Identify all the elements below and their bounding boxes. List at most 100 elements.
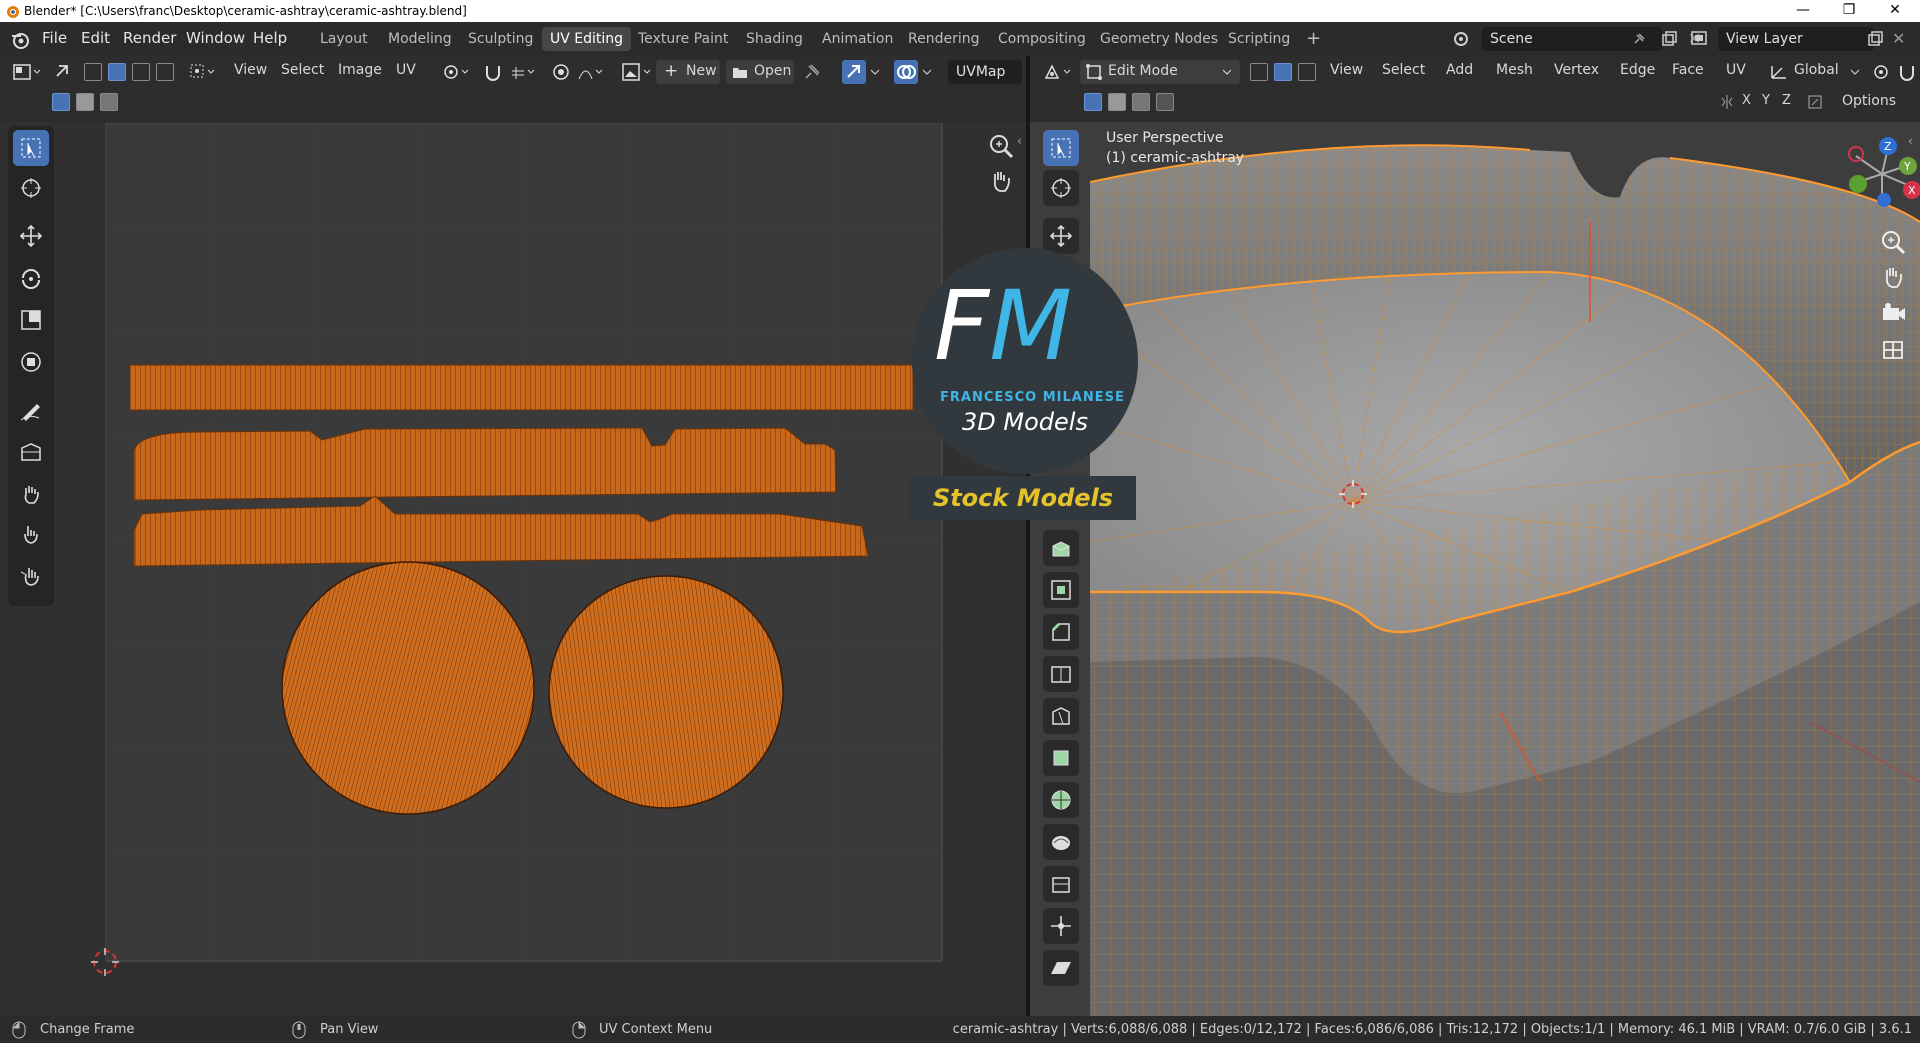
uv-island-disc-1[interactable] bbox=[281, 561, 535, 815]
vp-snap-icon[interactable] bbox=[1896, 61, 1918, 83]
tool-rip-region[interactable] bbox=[13, 434, 49, 470]
vp-menu-add[interactable]: Add bbox=[1446, 62, 1473, 78]
tool-move[interactable] bbox=[13, 218, 49, 254]
menu-file[interactable]: File bbox=[42, 29, 67, 47]
tab-geometry-nodes[interactable]: Geometry Nodes bbox=[1092, 27, 1226, 51]
vp-tool-cursor[interactable] bbox=[1043, 170, 1079, 206]
new-scene-icon[interactable] bbox=[1660, 30, 1678, 48]
new-view-layer-icon[interactable] bbox=[1866, 30, 1884, 48]
tool-grab[interactable] bbox=[13, 476, 49, 512]
vp-select-invert-icon[interactable] bbox=[1156, 93, 1174, 111]
uv-menu-uv[interactable]: UV bbox=[396, 62, 416, 78]
vp-menu-edge[interactable]: Edge bbox=[1620, 62, 1655, 78]
face-mode-icon[interactable] bbox=[1298, 63, 1316, 81]
uv-menu-image[interactable]: Image bbox=[338, 62, 382, 78]
vp-zoom-icon[interactable] bbox=[1878, 228, 1908, 258]
tab-modeling[interactable]: Modeling bbox=[380, 27, 460, 51]
uvmap-selector[interactable]: UVMap bbox=[948, 60, 1022, 84]
vp-pan-icon[interactable] bbox=[1878, 262, 1908, 292]
overlays-toggle-icon[interactable] bbox=[894, 60, 918, 84]
vp-pivot-icon[interactable] bbox=[1872, 61, 1896, 83]
orientation-chevron-icon[interactable] bbox=[1848, 62, 1862, 82]
snap-target-icon[interactable] bbox=[508, 61, 538, 83]
tab-rendering[interactable]: Rendering bbox=[900, 27, 988, 51]
mode-selector[interactable]: Edit Mode bbox=[1080, 60, 1240, 84]
menu-render[interactable]: Render bbox=[123, 29, 176, 47]
uv-menu-view[interactable]: View bbox=[234, 62, 267, 78]
proportional-editing-icon[interactable] bbox=[550, 61, 572, 83]
tab-sculpting[interactable]: Sculpting bbox=[460, 27, 541, 51]
island-select-mode-icon[interactable] bbox=[156, 63, 174, 81]
tab-texture-paint[interactable]: Texture Paint bbox=[630, 27, 736, 51]
new-image-button[interactable]: + New bbox=[656, 60, 720, 84]
tab-animation[interactable]: Animation bbox=[814, 27, 901, 51]
vp-select-extend-icon[interactable] bbox=[1108, 93, 1126, 111]
vp-tool-knife[interactable] bbox=[1043, 698, 1079, 734]
snap-icon[interactable] bbox=[482, 61, 504, 83]
falloff-icon[interactable] bbox=[576, 61, 606, 83]
pin-icon[interactable] bbox=[1632, 32, 1646, 46]
menu-window[interactable]: Window bbox=[186, 29, 245, 47]
uv-island-strip-2[interactable] bbox=[133, 427, 837, 501]
pan-hand-icon[interactable] bbox=[986, 166, 1016, 196]
vp-menu-uv[interactable]: UV bbox=[1726, 62, 1746, 78]
vertex-select-mode-icon[interactable] bbox=[84, 63, 102, 81]
auto-merge-icon[interactable] bbox=[1806, 93, 1824, 111]
blender-menu-icon[interactable] bbox=[10, 30, 30, 50]
vp-tool-move[interactable] bbox=[1043, 218, 1079, 254]
sync-selection-icon[interactable] bbox=[52, 61, 74, 83]
tool-select-box[interactable] bbox=[13, 130, 49, 166]
menu-help[interactable]: Help bbox=[253, 29, 287, 47]
select-extend-icon[interactable] bbox=[76, 93, 94, 111]
scene-icon[interactable] bbox=[1452, 30, 1470, 48]
vertex-mode-icon[interactable] bbox=[1250, 63, 1268, 81]
open-image-button[interactable]: Open bbox=[726, 60, 794, 84]
vp-tool-shrink-fatten[interactable] bbox=[1043, 908, 1079, 944]
vp-tool-edge-slide[interactable] bbox=[1043, 866, 1079, 902]
edge-mode-icon[interactable] bbox=[1274, 63, 1292, 81]
mirror-x-toggle[interactable]: X bbox=[1742, 93, 1751, 108]
close-button[interactable]: ✕ bbox=[1872, 0, 1918, 22]
vp-tool-shear[interactable] bbox=[1043, 950, 1079, 986]
options-dropdown[interactable]: Options bbox=[1842, 93, 1896, 109]
vp-sidebar-toggle-icon[interactable]: ‹ bbox=[1908, 134, 1913, 148]
tool-cursor[interactable] bbox=[13, 170, 49, 206]
uv-island-strip-1[interactable] bbox=[129, 364, 914, 411]
tab-uv-editing[interactable]: UV Editing bbox=[542, 27, 632, 51]
menu-edit[interactable]: Edit bbox=[81, 29, 110, 47]
vp-menu-face[interactable]: Face bbox=[1672, 62, 1704, 78]
vp-tool-inset[interactable] bbox=[1043, 572, 1079, 608]
minimize-button[interactable]: — bbox=[1780, 0, 1826, 22]
mirror-y-toggle[interactable]: Y bbox=[1762, 93, 1770, 108]
vp-tool-smooth[interactable] bbox=[1043, 824, 1079, 860]
viewport-canvas[interactable]: User Perspective (1) ceramic-ashtray Z Y… bbox=[1030, 122, 1920, 1016]
sticky-selection-icon[interactable] bbox=[188, 61, 218, 83]
tool-transform[interactable] bbox=[13, 344, 49, 380]
vp-menu-vertex[interactable]: Vertex bbox=[1554, 62, 1599, 78]
vp-tool-extrude[interactable] bbox=[1043, 530, 1079, 566]
restore-button[interactable]: ❐ bbox=[1826, 0, 1872, 22]
edge-select-mode-icon[interactable] bbox=[108, 63, 126, 81]
vp-tool-loop-cut[interactable] bbox=[1043, 656, 1079, 692]
tab-shading[interactable]: Shading bbox=[738, 27, 811, 51]
tab-layout[interactable]: Layout bbox=[312, 27, 376, 51]
vp-tool-bevel[interactable] bbox=[1043, 614, 1079, 650]
face-select-mode-icon[interactable] bbox=[132, 63, 150, 81]
view-layer-icon[interactable] bbox=[1690, 30, 1710, 48]
uv-island-disc-2[interactable] bbox=[548, 575, 784, 809]
camera-view-icon[interactable] bbox=[1878, 298, 1908, 328]
select-new-icon[interactable] bbox=[52, 93, 70, 111]
sidebar-toggle-icon[interactable]: ‹ bbox=[1017, 134, 1022, 148]
select-subtract-icon[interactable] bbox=[100, 93, 118, 111]
pivot-icon[interactable] bbox=[442, 61, 472, 83]
uv-canvas[interactable]: ‹ bbox=[0, 122, 1026, 1016]
orientation-label[interactable]: Global bbox=[1794, 62, 1839, 78]
vp-menu-view[interactable]: View bbox=[1330, 62, 1363, 78]
vp-menu-mesh[interactable]: Mesh bbox=[1496, 62, 1533, 78]
vp-menu-select[interactable]: Select bbox=[1382, 62, 1425, 78]
tab-scripting[interactable]: Scripting bbox=[1220, 27, 1298, 51]
chevron-down-icon[interactable] bbox=[868, 62, 882, 82]
vp-tool-poly-build[interactable] bbox=[1043, 740, 1079, 776]
uv-sync-toggle-icon[interactable] bbox=[842, 60, 866, 84]
view-layer-selector[interactable]: View Layer bbox=[1718, 27, 1874, 51]
